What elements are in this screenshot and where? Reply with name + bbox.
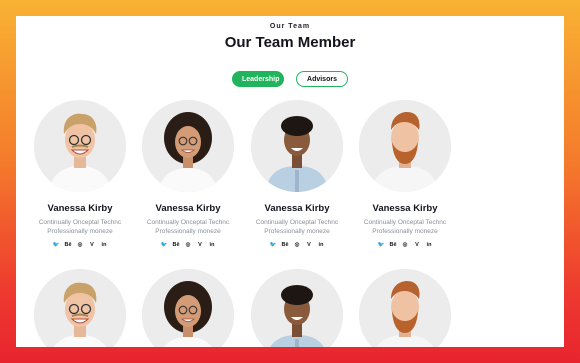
member-name: Vanessa Kirby xyxy=(372,203,438,214)
instagram-icon[interactable]: ◎ xyxy=(184,241,192,249)
member-description-line2: Professionally moneze xyxy=(47,228,113,235)
team-member-card: Vanessa Kirby Continually Onceptal Technc… xyxy=(136,100,240,249)
linkedin-icon[interactable]: in xyxy=(425,241,433,249)
member-description-line1: Continually Onceptal Technc xyxy=(363,219,447,226)
behance-icon[interactable]: Bē xyxy=(281,241,289,249)
member-description: Continually Onceptal Technc Professionall… xyxy=(136,218,240,236)
instagram-icon[interactable]: ◎ xyxy=(76,241,84,249)
member-social-links: 🐦 Bē ◎ Vin xyxy=(353,241,457,249)
member-photo xyxy=(142,269,234,347)
member-photo xyxy=(359,269,451,347)
vimeo-icon[interactable]: V xyxy=(305,241,313,249)
twitter-icon[interactable]: 🐦 xyxy=(52,241,60,249)
member-name: Vanessa Kirby xyxy=(47,203,113,214)
instagram-icon[interactable]: ◎ xyxy=(293,241,301,249)
vimeo-icon[interactable]: V xyxy=(413,241,421,249)
twitter-icon[interactable]: 🐦 xyxy=(377,241,385,249)
member-description: Continually Onceptal Technc Professionall… xyxy=(28,218,132,236)
team-member-card xyxy=(136,269,240,347)
team-member-card: Vanessa Kirby Continually Onceptal Technc… xyxy=(353,100,457,249)
member-description-line1: Continually Onceptal Technc xyxy=(255,219,339,226)
twitter-icon[interactable]: 🐦 xyxy=(160,241,168,249)
behance-icon[interactable]: Bē xyxy=(64,241,72,249)
team-member-card: Vanessa Kirby Continually Onceptal Technc… xyxy=(28,100,132,249)
tab-leadership[interactable]: Leadership xyxy=(232,71,284,87)
tab-advisors[interactable]: Advisors xyxy=(296,71,348,87)
section-eyebrow: Our Team xyxy=(269,23,311,30)
team-member-card: Vanessa Kirby Continually Onceptal Technc… xyxy=(245,100,349,249)
vimeo-icon[interactable]: V xyxy=(196,241,204,249)
section-title: Our Team Member xyxy=(224,34,356,51)
linkedin-icon[interactable]: in xyxy=(317,241,325,249)
member-description-line2: Professionally moneze xyxy=(155,228,221,235)
member-description: Continually Onceptal Technc Professionall… xyxy=(353,218,457,236)
behance-icon[interactable]: Bē xyxy=(172,241,180,249)
behance-icon[interactable]: Bē xyxy=(389,241,397,249)
team-section-card: Our Team Our Team Member Leadership Advi… xyxy=(16,16,564,347)
twitter-icon[interactable]: 🐦 xyxy=(269,241,277,249)
team-member-card xyxy=(353,269,457,347)
team-member-card xyxy=(28,269,132,347)
member-photo xyxy=(142,100,234,192)
member-photo xyxy=(251,269,343,347)
member-photo xyxy=(359,100,451,192)
linkedin-icon[interactable]: in xyxy=(208,241,216,249)
member-name: Vanessa Kirby xyxy=(264,203,330,214)
team-tabs: Leadership Advisors xyxy=(16,71,564,87)
member-name: Vanessa Kirby xyxy=(155,203,221,214)
member-description: Continually Onceptal Technc Professionall… xyxy=(245,218,349,236)
linkedin-icon[interactable]: in xyxy=(100,241,108,249)
member-description-line1: Continually Onceptal Technc xyxy=(38,219,122,226)
instagram-icon[interactable]: ◎ xyxy=(401,241,409,249)
member-photo xyxy=(251,100,343,192)
vimeo-icon[interactable]: V xyxy=(88,241,96,249)
member-description-line1: Continually Onceptal Technc xyxy=(146,219,230,226)
member-description-line2: Professionally moneze xyxy=(372,228,438,235)
member-social-links: 🐦 Bē ◎ Vin xyxy=(245,241,349,249)
member-photo xyxy=(34,269,126,347)
team-member-card xyxy=(245,269,349,347)
member-social-links: 🐦 Bē ◎ Vin xyxy=(28,241,132,249)
member-photo xyxy=(34,100,126,192)
member-description-line2: Professionally moneze xyxy=(264,228,330,235)
member-social-links: 🐦 Bē ◎ Vin xyxy=(136,241,240,249)
